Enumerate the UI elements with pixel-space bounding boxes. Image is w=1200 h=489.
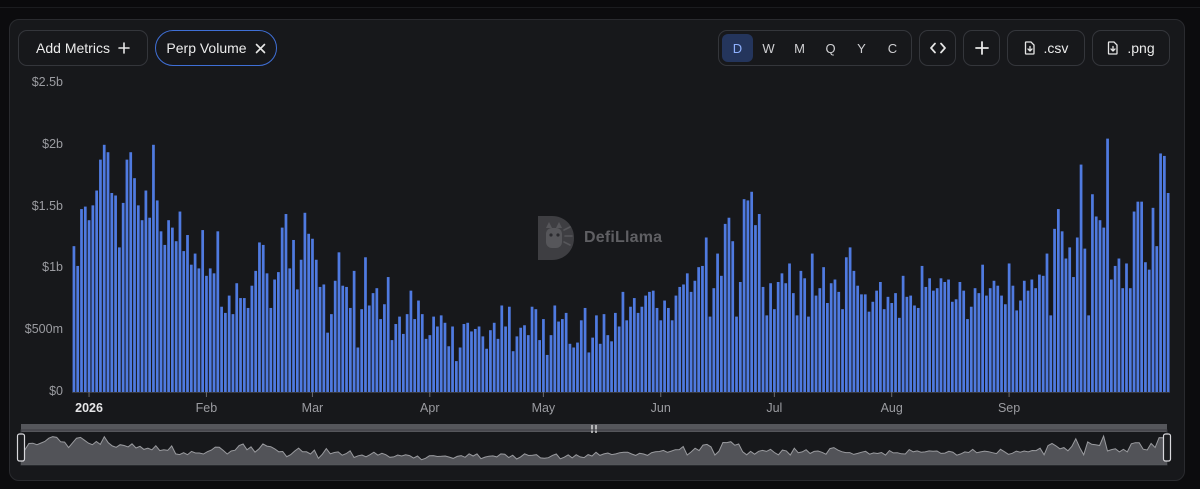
- brush-left-handle[interactable]: [16, 433, 26, 462]
- brush-overview-area: [21, 436, 1167, 465]
- brush-grip-icon[interactable]: ‖‖: [590, 424, 598, 433]
- brush-right-handle[interactable]: [1162, 433, 1172, 462]
- time-range-brush[interactable]: ‖‖: [0, 0, 1200, 489]
